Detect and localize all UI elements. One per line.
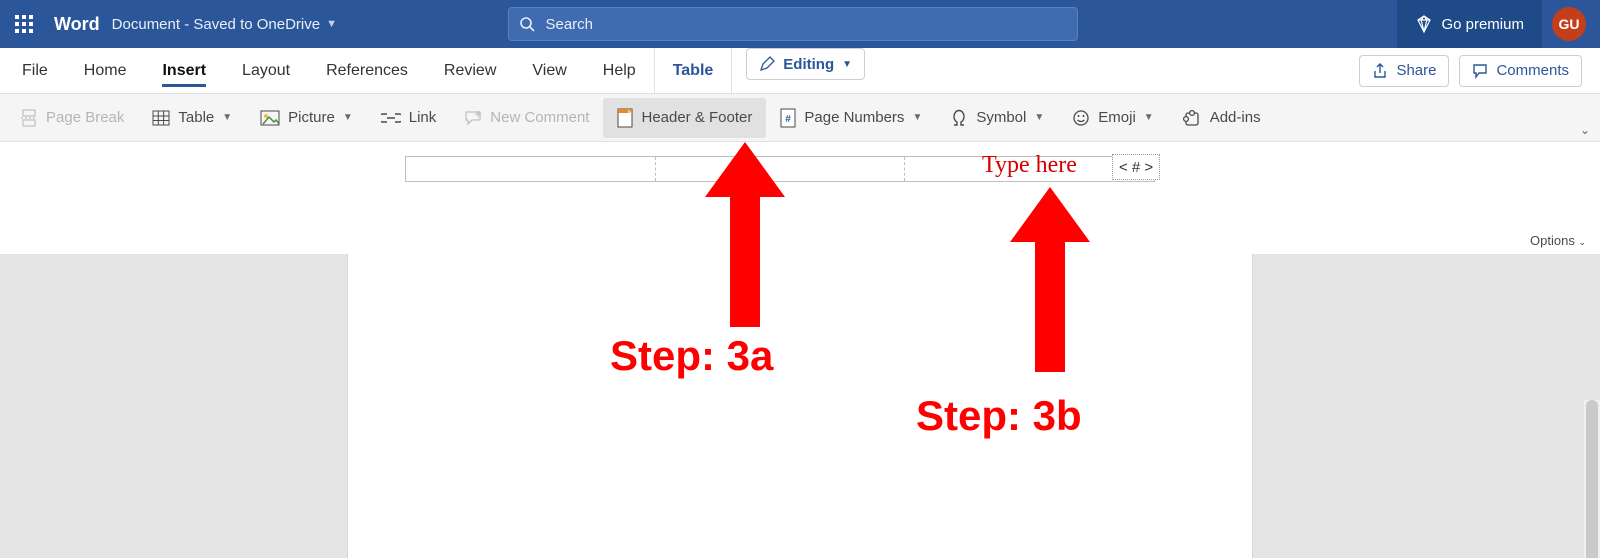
page-break-button[interactable]: Page Break (6, 98, 138, 138)
document-title-dropdown[interactable]: Document - Saved to OneDrive ▼ (112, 16, 349, 33)
page-header-band: Type here < # > Options ⌄ (0, 142, 1600, 254)
document-title-label: Document - Saved to OneDrive (112, 16, 320, 33)
type-here-hint: Type here (982, 152, 1077, 179)
page-break-label: Page Break (46, 109, 124, 126)
symbol-label: Symbol (976, 109, 1026, 126)
search-icon (519, 16, 535, 32)
avatar[interactable]: GU (1552, 7, 1586, 41)
chevron-down-icon: ▼ (343, 112, 353, 123)
chevron-down-icon: ▼ (222, 112, 232, 123)
page-numbers-button[interactable]: # Page Numbers ▼ (766, 98, 936, 138)
collapse-ribbon-chevron[interactable]: ⌄ (1580, 123, 1590, 137)
page-number-placeholder-label: < # > (1119, 159, 1153, 176)
link-button[interactable]: Link (367, 98, 451, 138)
addins-label: Add-ins (1210, 109, 1261, 126)
document-area: Type here < # > Options ⌄ Step: 3a Step:… (0, 142, 1600, 558)
title-bar: Word Document - Saved to OneDrive ▼ Go p… (0, 0, 1600, 48)
new-comment-button[interactable]: New Comment (450, 98, 603, 138)
app-launcher-icon[interactable] (0, 15, 48, 33)
share-button[interactable]: Share (1359, 55, 1449, 87)
app-name: Word (48, 14, 112, 35)
ribbon: Page Break Table ▼ Picture ▼ Link New Co… (0, 94, 1600, 142)
link-icon (381, 111, 401, 125)
new-comment-icon (464, 110, 482, 126)
tab-help[interactable]: Help (585, 48, 654, 93)
picture-icon (260, 110, 280, 126)
header-cell-center[interactable] (656, 157, 906, 181)
share-label: Share (1396, 62, 1436, 79)
header-options-label: Options (1530, 233, 1575, 248)
chevron-down-icon: ▼ (912, 112, 922, 123)
search-box[interactable] (508, 7, 1078, 41)
header-footer-button[interactable]: Header & Footer (603, 98, 766, 138)
table-button[interactable]: Table ▼ (138, 98, 246, 138)
go-premium-button[interactable]: Go premium (1397, 0, 1542, 48)
diamond-icon (1415, 15, 1433, 33)
comment-icon (1472, 63, 1488, 79)
picture-label: Picture (288, 109, 335, 126)
tab-layout[interactable]: Layout (224, 48, 308, 93)
pencil-icon (759, 56, 775, 72)
addins-icon (1182, 109, 1202, 127)
table-icon (152, 109, 170, 127)
table-label: Table (178, 109, 214, 126)
vertical-scrollbar[interactable] (1584, 400, 1600, 558)
scrollbar-thumb[interactable] (1586, 400, 1598, 558)
symbol-icon (950, 109, 968, 127)
page-background (0, 254, 1600, 558)
search-input[interactable] (545, 16, 1067, 33)
page-number-placeholder[interactable]: < # > (1112, 154, 1160, 180)
tabs-row: File Home Insert Layout References Revie… (0, 48, 1600, 94)
tab-home[interactable]: Home (66, 48, 145, 93)
new-comment-label: New Comment (490, 109, 589, 126)
share-icon (1372, 63, 1388, 79)
addins-button[interactable]: Add-ins (1168, 98, 1275, 138)
header-footer-label: Header & Footer (641, 109, 752, 126)
document-page[interactable] (347, 254, 1253, 558)
symbol-button[interactable]: Symbol ▼ (936, 98, 1058, 138)
emoji-icon (1072, 109, 1090, 127)
link-label: Link (409, 109, 437, 126)
tab-review[interactable]: Review (426, 48, 514, 93)
header-footer-icon (617, 108, 633, 128)
comments-label: Comments (1496, 62, 1569, 79)
page-numbers-label: Page Numbers (804, 109, 904, 126)
chevron-down-icon: ▼ (1144, 112, 1154, 123)
emoji-button[interactable]: Emoji ▼ (1058, 98, 1167, 138)
tab-insert[interactable]: Insert (144, 48, 224, 93)
editing-mode-dropdown[interactable]: Editing ▼ (746, 48, 865, 80)
header-cell-left[interactable] (406, 157, 656, 181)
header-options-button[interactable]: Options ⌄ (1530, 233, 1586, 248)
chevron-down-icon: ⌄ (1578, 237, 1586, 247)
svg-text:#: # (786, 114, 792, 125)
comments-button[interactable]: Comments (1459, 55, 1582, 87)
tab-references[interactable]: References (308, 48, 426, 93)
chevron-down-icon: ▼ (1034, 112, 1044, 123)
page-break-icon (20, 109, 38, 127)
chevron-down-icon: ▼ (842, 59, 852, 70)
chevron-down-icon: ▼ (326, 18, 337, 30)
page-numbers-icon: # (780, 108, 796, 128)
emoji-label: Emoji (1098, 109, 1136, 126)
tab-view[interactable]: View (514, 48, 584, 93)
tab-table-context[interactable]: Table (654, 48, 733, 93)
editing-mode-label: Editing (783, 56, 834, 73)
picture-button[interactable]: Picture ▼ (246, 98, 367, 138)
go-premium-label: Go premium (1441, 16, 1524, 33)
tab-file[interactable]: File (4, 48, 66, 93)
